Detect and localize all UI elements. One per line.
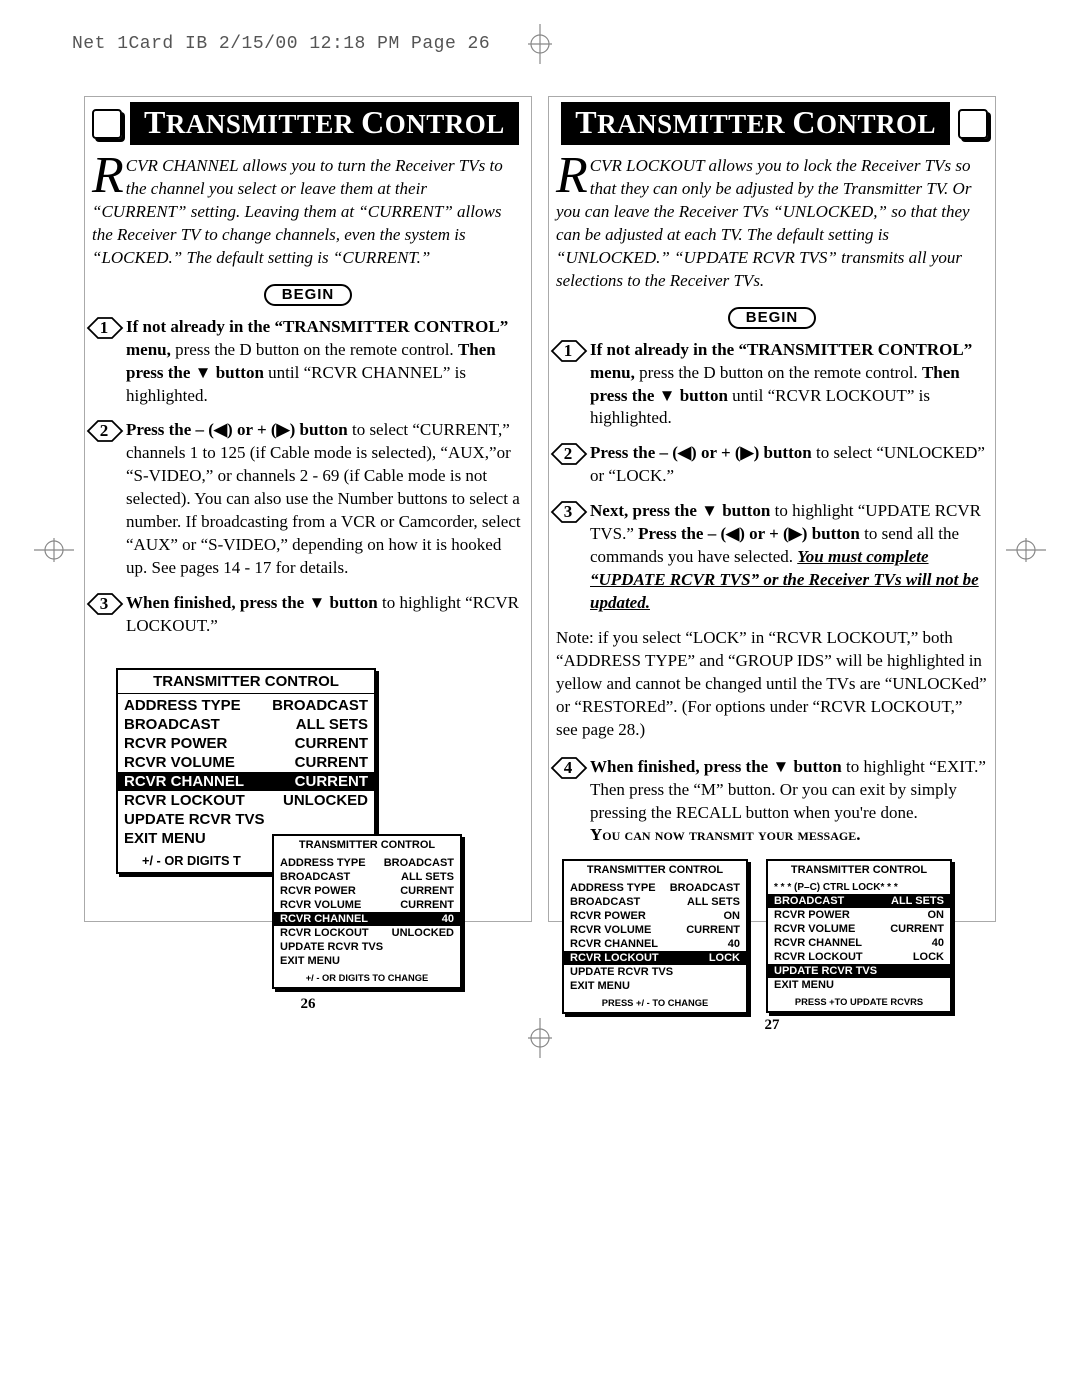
step-number-icon: 4 <box>550 756 582 780</box>
menu-illustrations-right: TRANSMITTER CONTROL ADDRESS TYPEBROADCAS… <box>556 859 988 999</box>
corner-box-icon <box>92 109 122 139</box>
dropcap-r: R <box>92 155 126 197</box>
step-number-icon: 3 <box>550 500 582 524</box>
svg-text:1: 1 <box>100 318 109 337</box>
osd-menu-small: TRANSMITTER CONTROL ADDRESS TYPEBROADCAS… <box>272 834 462 989</box>
note-paragraph: Note: if you select “LOCK” in “RCVR LOCK… <box>556 627 988 742</box>
section-title-row: TRANSMITTER CONTROL <box>92 102 524 145</box>
page-number: 26 <box>92 996 524 1013</box>
step-number-icon: 1 <box>550 339 582 363</box>
svg-text:1: 1 <box>564 341 573 360</box>
begin-badge: BEGIN <box>728 307 816 329</box>
dropcap-r: R <box>556 155 590 197</box>
osd-menu-update: TRANSMITTER CONTROL * * * (P–C) CTRL LOC… <box>766 859 952 1013</box>
section-title: TRANSMITTER CONTROL <box>561 102 950 145</box>
section-title: TRANSMITTER CONTROL <box>130 102 519 145</box>
step-4: 4 When finished, press the ▼ button to h… <box>556 756 988 848</box>
svg-text:3: 3 <box>564 502 573 521</box>
begin-badge: BEGIN <box>264 284 352 306</box>
imposition-header: Net 1Card IB 2/15/00 12:18 PM Page 26 <box>72 34 490 54</box>
svg-text:3: 3 <box>100 594 109 613</box>
step-3: 3 Next, press the ▼ button to highlight … <box>556 500 988 615</box>
corner-box-icon <box>958 109 988 139</box>
section-title-row: TRANSMITTER CONTROL <box>556 102 988 145</box>
step-3: 3 When finished, press the ▼ button to h… <box>92 592 524 638</box>
intro-paragraph: RCVR LOCKOUT allows you to lock the Rece… <box>556 155 988 293</box>
menu-illustrations-left: TRANSMITTER CONTROL ADDRESS TYPEBROADCAS… <box>92 668 524 978</box>
registration-mark-top <box>528 24 552 64</box>
registration-mark-left <box>34 538 74 562</box>
page-left: TRANSMITTER CONTROL RCVR CHANNEL allows … <box>92 102 524 1034</box>
step-number-icon: 2 <box>86 419 118 443</box>
svg-text:2: 2 <box>564 444 573 463</box>
page-right: TRANSMITTER CONTROL RCVR LOCKOUT allows … <box>556 102 988 1034</box>
svg-text:2: 2 <box>100 421 109 440</box>
step-2: 2 Press the – (◀) or + (▶) button to sel… <box>556 442 988 488</box>
step-1: 1 If not already in the “TRANSMITTER CON… <box>556 339 988 431</box>
manual-page-spread: Net 1Card IB 2/15/00 12:18 PM Page 26 TR… <box>0 0 1080 1397</box>
step-1: 1 If not already in the “TRANSMITTER CON… <box>92 316 524 408</box>
intro-paragraph: RCVR CHANNEL allows you to turn the Rece… <box>92 155 524 270</box>
page-number: 27 <box>556 1017 988 1034</box>
step-number-icon: 1 <box>86 316 118 340</box>
svg-text:4: 4 <box>564 758 573 777</box>
step-number-icon: 2 <box>550 442 582 466</box>
osd-menu-lockout: TRANSMITTER CONTROL ADDRESS TYPEBROADCAS… <box>562 859 748 1014</box>
step-2: 2 Press the – (◀) or + (▶) button to sel… <box>92 419 524 580</box>
registration-mark-right <box>1006 538 1046 562</box>
step-number-icon: 3 <box>86 592 118 616</box>
